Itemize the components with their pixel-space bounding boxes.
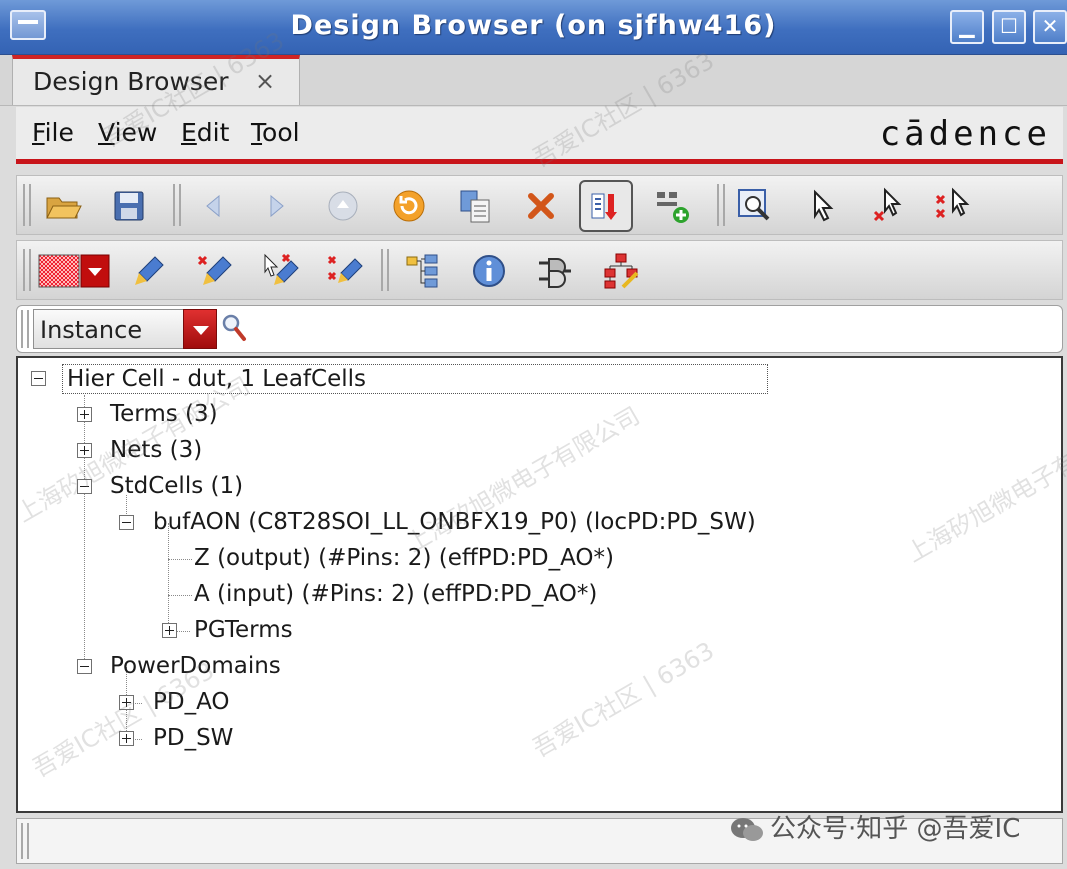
menu-edit-label: dit <box>196 118 230 147</box>
toolbar-grip[interactable] <box>381 249 389 291</box>
forward-icon[interactable] <box>255 184 299 228</box>
tree-connector <box>168 523 169 631</box>
add-item-icon[interactable] <box>651 184 695 228</box>
tree-connector <box>168 559 192 560</box>
toolbar-grip[interactable] <box>23 184 31 226</box>
tree-item-pin-z[interactable]: Z (output) (#Pins: 2) (effPD:PD_AO*) <box>194 544 614 572</box>
tree-connector <box>168 595 192 596</box>
tree-item-stdcells[interactable]: StdCells (1) <box>110 472 243 500</box>
menu-file-label: ile <box>44 118 74 147</box>
collapse-icon[interactable] <box>77 659 92 674</box>
toolbar-grip[interactable] <box>717 184 725 226</box>
expand-icon[interactable] <box>119 731 134 746</box>
tab-close-icon[interactable]: × <box>255 67 275 95</box>
design-tree[interactable]: Hier Cell - dut, 1 LeafCells Terms (3) N… <box>16 356 1063 813</box>
tree-item-bufaon[interactable]: bufAON (C8T28SOI_LL_ONBFX19_P0) (locPD:P… <box>153 508 756 536</box>
dehighlight-select-icon[interactable] <box>259 249 303 293</box>
toolbar-main <box>16 175 1063 235</box>
menu-tool-label: ool <box>262 118 300 147</box>
dehighlight-icon[interactable] <box>193 249 237 293</box>
expand-icon[interactable] <box>162 623 177 638</box>
copy-list-icon[interactable] <box>453 184 497 228</box>
collapse-icon[interactable] <box>77 479 92 494</box>
title-bar[interactable]: Design Browser (on sjfhw416) ▁ ☐ ✕ <box>0 0 1067 55</box>
search-bar: Instance <box>16 305 1063 353</box>
toolbar-grip[interactable] <box>21 310 29 348</box>
info-icon[interactable] <box>467 249 511 293</box>
back-icon[interactable] <box>191 184 235 228</box>
color-swatch-icon[interactable] <box>37 249 111 293</box>
search-input[interactable] <box>253 312 1057 348</box>
menu-view-label: iew <box>114 118 158 147</box>
design-browser-window: Design Browser (on sjfhw416) ▁ ☐ ✕ Desig… <box>0 0 1067 869</box>
zoom-fit-icon[interactable] <box>733 184 777 228</box>
menu-tool-mnemonic: T <box>251 118 263 147</box>
stop-icon[interactable] <box>321 184 365 228</box>
expand-icon[interactable] <box>77 443 92 458</box>
deselect-icon[interactable] <box>867 184 911 228</box>
close-window-button[interactable]: ✕ <box>1033 10 1067 44</box>
menu-view[interactable]: View <box>98 118 157 147</box>
collapse-icon[interactable] <box>119 515 134 530</box>
save-icon[interactable] <box>107 184 151 228</box>
chevron-down-icon[interactable] <box>183 309 217 349</box>
tree-item-pin-a[interactable]: A (input) (#Pins: 2) (effPD:PD_AO*) <box>194 580 597 608</box>
refresh-icon[interactable] <box>387 184 431 228</box>
menu-bar: File View Edit Tool cādence <box>16 107 1063 164</box>
menu-edit[interactable]: Edit <box>181 118 229 147</box>
tree-item-pd-ao[interactable]: PD_AO <box>153 688 230 716</box>
tree-item-powerdomains[interactable]: PowerDomains <box>110 652 281 680</box>
collapse-icon[interactable] <box>31 371 46 386</box>
tree-connector <box>84 395 85 667</box>
deselect-all-icon[interactable] <box>931 184 975 228</box>
hierarchy-icon[interactable] <box>401 249 445 293</box>
menu-file-mnemonic: F <box>32 118 45 147</box>
highlight-icon[interactable] <box>127 249 171 293</box>
menu-view-mnemonic: V <box>98 118 115 147</box>
window-title: Design Browser (on sjfhw416) <box>290 10 777 41</box>
select-icon[interactable] <box>801 184 845 228</box>
search-type-select[interactable]: Instance <box>33 309 217 349</box>
connect-icon[interactable] <box>533 249 577 293</box>
expand-icon[interactable] <box>119 695 134 710</box>
zhihu-watermark: 公众号·知乎 @吾爱IC <box>730 808 1020 845</box>
open-folder-icon[interactable] <box>41 184 85 228</box>
cadence-logo: cādence <box>879 114 1051 154</box>
statusbar-grip[interactable] <box>21 823 29 859</box>
menu-file[interactable]: File <box>32 118 74 147</box>
tree-item-terms[interactable]: Terms (3) <box>110 400 218 428</box>
search-type-value: Instance <box>40 316 143 344</box>
wechat-icon <box>731 817 763 841</box>
tab-label: Design Browser <box>33 67 229 96</box>
dehighlight-all-icon[interactable] <box>323 249 367 293</box>
tree-item-pgterms[interactable]: PGTerms <box>194 616 293 644</box>
toolbar-grip[interactable] <box>173 184 181 226</box>
tree-item-pd-sw[interactable]: PD_SW <box>153 724 233 752</box>
tree-edit-icon[interactable] <box>599 249 643 293</box>
tab-strip: Design Browser × <box>0 55 1067 106</box>
expand-icon[interactable] <box>77 407 92 422</box>
tree-item-nets[interactable]: Nets (3) <box>110 436 202 464</box>
maximize-button[interactable]: ☐ <box>992 10 1026 44</box>
zhihu-watermark-text: 公众号·知乎 @吾爱IC <box>770 814 1021 844</box>
filter-icon[interactable] <box>579 180 633 232</box>
search-icon[interactable] <box>221 313 247 343</box>
toolbar-highlight <box>16 240 1063 300</box>
tree-root-hier-cell[interactable]: Hier Cell - dut, 1 LeafCells <box>62 364 768 394</box>
tab-design-browser[interactable]: Design Browser × <box>12 55 300 105</box>
toolbar-grip[interactable] <box>23 249 31 291</box>
minimize-button[interactable]: ▁ <box>950 10 984 44</box>
menu-tool[interactable]: Tool <box>251 118 300 147</box>
menu-edit-mnemonic: E <box>181 118 197 147</box>
delete-icon[interactable] <box>519 184 563 228</box>
